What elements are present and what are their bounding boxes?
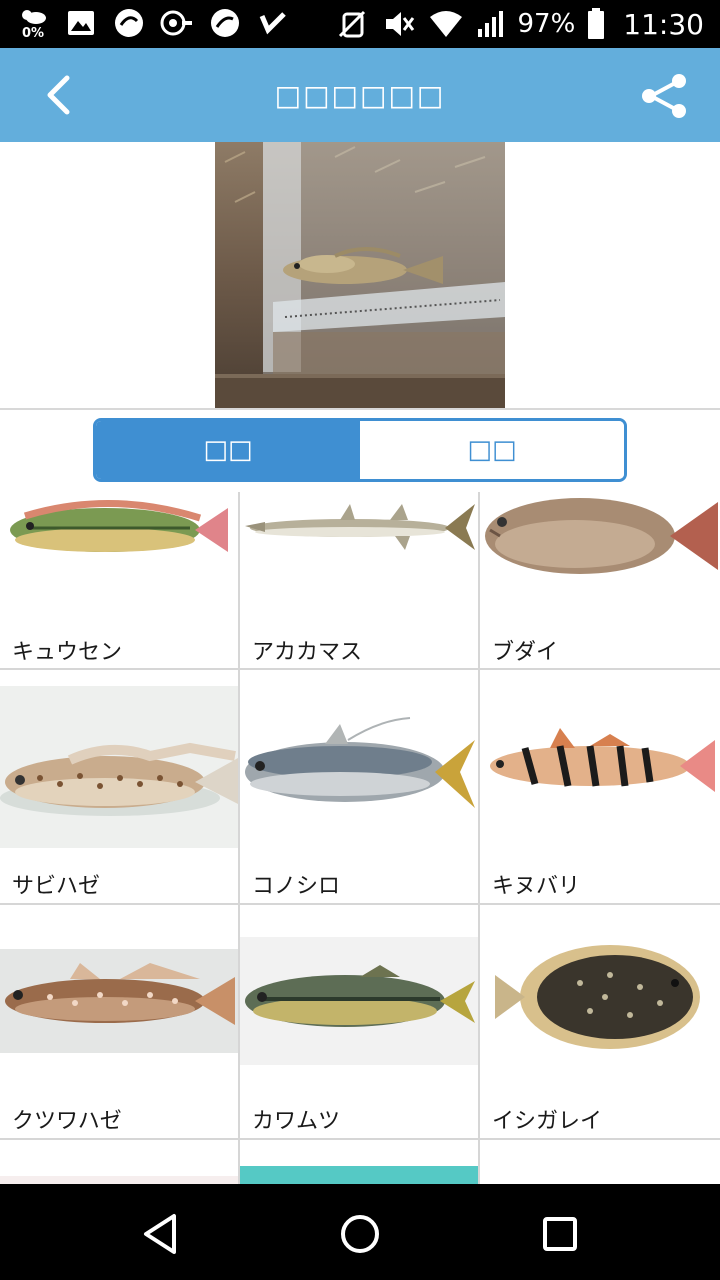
fish-name: コノシロ [252,874,341,899]
share-button[interactable] [636,68,692,124]
fish-image [480,1170,720,1184]
fish-card[interactable]: カワムツ [240,905,480,1140]
status-bar: 0% 97% 11:30 [0,0,720,48]
app-icon [208,6,242,40]
fish-card[interactable]: コノシロ [240,670,480,905]
mute-icon [385,12,414,36]
fish-card[interactable]: アカカマス [240,492,480,670]
fish-image [0,949,238,1053]
fish-card[interactable] [480,1140,720,1184]
fish-card[interactable] [240,1140,480,1184]
fish-card[interactable]: クツワハゼ [0,905,240,1140]
fish-image [480,935,720,1059]
hero-area [0,142,720,408]
status-right-icons: 97% 11:30 [336,0,704,48]
check-icon [256,6,290,40]
fish-name: クツワハゼ [12,1109,122,1134]
fish-image [0,492,238,582]
image-icon [64,6,98,40]
fish-card[interactable] [0,1140,240,1184]
recents-square-icon [543,1217,577,1251]
fish-image [0,1176,238,1184]
segmented-control: □□ □□ [93,418,627,482]
clock: 11:30 [623,7,704,41]
signal-icon [477,11,503,37]
data-usage-text: 0% [22,26,45,41]
fish-card[interactable]: キヌバリ [480,670,720,905]
fish-name: キヌバリ [492,874,581,899]
fish-card[interactable]: ブダイ [480,492,720,670]
app-icon [112,6,146,40]
fish-name: サビハゼ [12,874,101,899]
system-nav-bar [0,1184,720,1280]
app-icon [160,6,194,40]
fish-name: キュウセン [12,640,123,665]
segment-right-tab[interactable]: □□ [360,421,624,479]
fish-image [240,492,478,582]
wifi-icon [429,11,462,37]
battery-percent: 97% [517,9,576,39]
chevron-left-icon [47,75,70,115]
fish-card[interactable]: サビハゼ [0,670,240,905]
nav-home-button[interactable] [332,1206,388,1262]
segment-left-tab[interactable]: □□ [96,421,360,479]
nfc-icon [338,10,365,38]
fish-image [0,686,238,848]
hero-fish-photo[interactable] [215,142,505,408]
home-circle-icon [341,1215,379,1253]
fish-grid: キュウセン アカカマス ブダイ サビハゼ コノシロ キヌバリ クツワハゼ カワム… [0,492,720,1184]
fish-card[interactable]: キュウセン [0,492,240,670]
share-icon [642,74,686,118]
app-bar: □□□□□□ [0,48,720,142]
divider [0,408,720,410]
nav-recents-button[interactable] [532,1206,588,1262]
battery-icon [588,8,605,39]
fish-card[interactable]: イシガレイ [480,905,720,1140]
fish-image [240,937,478,1065]
status-left-icons: 0% [16,6,290,41]
nav-back-button[interactable] [132,1206,188,1262]
fish-image [240,1166,478,1184]
back-triangle-icon [144,1214,176,1254]
page-title: □□□□□□ [274,78,446,112]
fish-name: イシガレイ [492,1109,603,1134]
weather-data-icon: 0% [16,6,50,41]
fish-name: カワムツ [252,1109,341,1134]
fish-image [240,710,478,822]
back-button[interactable] [28,68,88,122]
fish-image [480,492,720,584]
fish-name: ブダイ [492,640,559,665]
fish-name: アカカマス [252,640,363,665]
fish-image [480,718,720,810]
